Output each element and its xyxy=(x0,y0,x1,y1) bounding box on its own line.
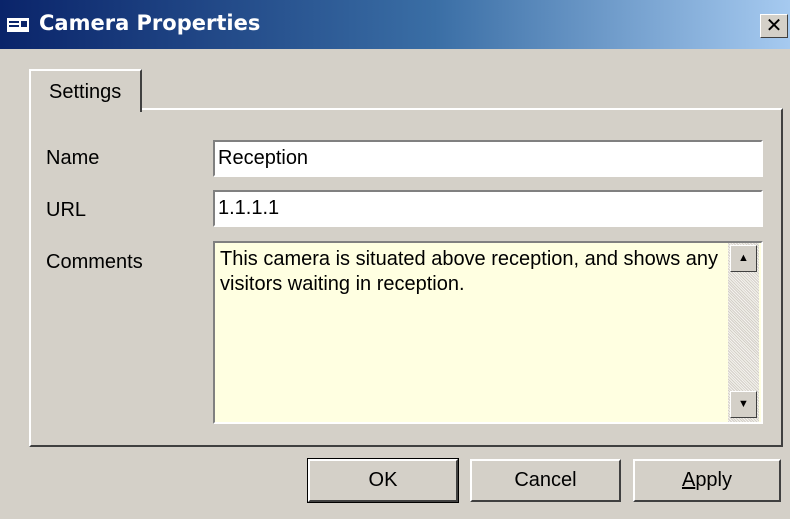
close-icon: ✕ xyxy=(765,13,783,37)
comments-label: Comments xyxy=(46,251,143,273)
scroll-down-button[interactable]: ▼ xyxy=(730,391,757,418)
url-field[interactable] xyxy=(215,192,761,225)
arrow-up-icon: ▲ xyxy=(738,252,749,264)
name-field-box xyxy=(213,140,763,177)
apply-button[interactable]: Apply xyxy=(633,459,781,502)
url-label: URL xyxy=(46,199,87,221)
url-field-box xyxy=(213,190,763,227)
ok-button[interactable]: OK xyxy=(307,458,459,503)
cancel-button[interactable]: Cancel xyxy=(470,459,621,502)
scroll-up-button[interactable]: ▲ xyxy=(730,245,757,272)
name-label: Name xyxy=(46,147,100,169)
comments-scrollbar[interactable]: ▲ ▼ xyxy=(728,243,759,422)
apply-label: pply xyxy=(695,469,733,491)
tab-settings-label: Settings xyxy=(49,81,122,103)
window-title: Camera Properties xyxy=(39,11,261,35)
comments-field[interactable]: This camera is situated above reception,… xyxy=(213,241,763,424)
apply-accelerator: A xyxy=(681,469,696,491)
arrow-down-icon: ▼ xyxy=(738,398,749,410)
comments-text[interactable]: This camera is situated above reception,… xyxy=(220,247,720,297)
title-bar[interactable]: Camera Properties ✕ xyxy=(0,0,790,49)
camera-window-icon xyxy=(7,18,29,32)
close-button[interactable]: ✕ xyxy=(760,14,788,38)
tab-settings[interactable]: Settings xyxy=(29,69,142,112)
name-field[interactable] xyxy=(215,142,761,175)
